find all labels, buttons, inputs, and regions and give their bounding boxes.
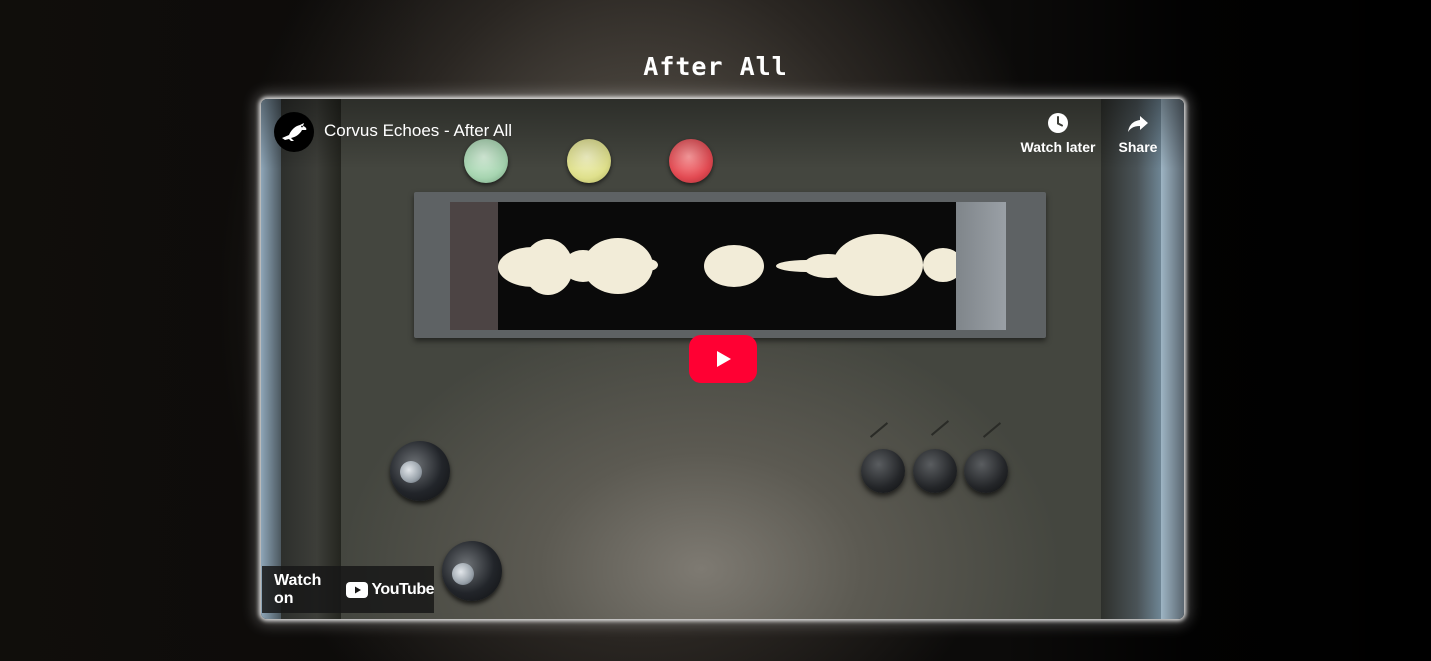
control-knob — [442, 541, 502, 601]
watch-on-youtube-button[interactable]: Watch on YouTube — [262, 566, 434, 613]
display-side — [954, 202, 1006, 330]
channel-avatar[interactable] — [274, 112, 314, 152]
watch-later-button[interactable]: Watch later — [1013, 111, 1103, 155]
watch-later-label: Watch later — [1020, 139, 1096, 155]
watch-on-label: Watch on — [274, 571, 322, 607]
panel-button — [913, 449, 957, 493]
waveform-blob — [923, 248, 956, 282]
display-side — [450, 202, 498, 330]
thumbnail-rail — [1101, 99, 1161, 619]
waveform-blob — [833, 234, 923, 296]
crow-icon — [282, 123, 307, 141]
clock-icon — [1048, 113, 1068, 133]
waveform-blob — [638, 259, 658, 271]
youtube-wordmark: YouTube — [371, 580, 434, 598]
page-title: After All — [643, 52, 788, 81]
thumbnail-rail — [1161, 99, 1184, 619]
panel-button — [861, 449, 905, 493]
panel-button — [964, 449, 1008, 493]
share-arrow-icon — [1128, 116, 1148, 132]
share-button[interactable]: Share — [1093, 111, 1183, 155]
youtube-logo-icon: YouTube — [346, 581, 434, 599]
thumbnail-rail — [281, 99, 341, 619]
waveform-blob — [704, 245, 764, 287]
share-label: Share — [1118, 139, 1158, 155]
thumbnail-rail — [261, 99, 281, 619]
youtube-embed[interactable]: Corvus Echoes - After All Watch later Sh… — [261, 99, 1184, 619]
video-title[interactable]: Corvus Echoes - After All — [324, 121, 512, 141]
play-button[interactable] — [689, 335, 757, 383]
control-knob — [390, 441, 450, 501]
waveform-display — [498, 202, 956, 330]
play-icon — [717, 351, 731, 367]
